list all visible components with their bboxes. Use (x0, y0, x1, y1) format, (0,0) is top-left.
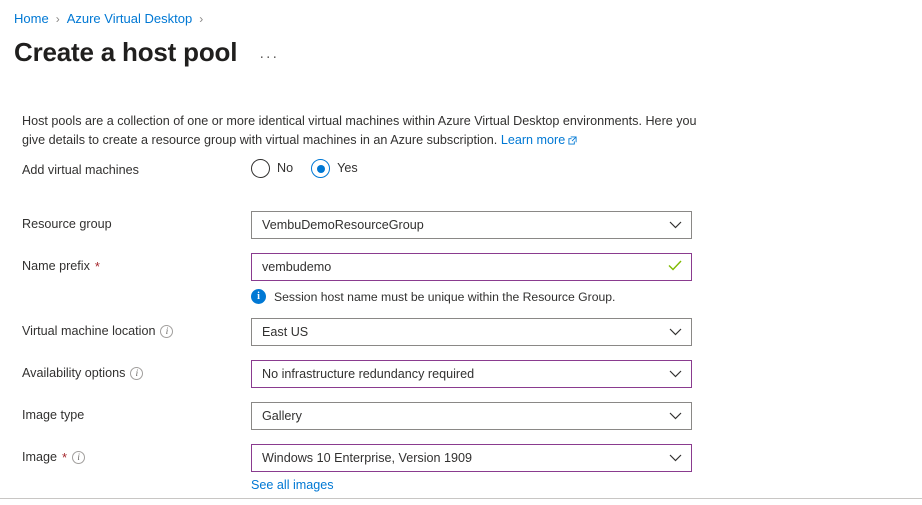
field-add-virtual-machines: Add virtual machines No Yes (0, 157, 922, 187)
description-text: Host pools are a collection of one or mo… (22, 113, 697, 147)
field-image: Image * i Windows 10 Enterprise, Version… (0, 444, 922, 492)
label-text: Resource group (22, 217, 112, 231)
field-availability-options: Availability options i No infrastructure… (0, 360, 922, 390)
breadcrumb-separator-icon-2: › (199, 12, 204, 26)
image-type-value: Gallery (262, 409, 302, 423)
info-tooltip-icon[interactable]: i (130, 367, 144, 380)
label-text: Virtual machine location (22, 324, 156, 338)
label-text: Add virtual machines (22, 163, 139, 177)
radio-label-yes: Yes (337, 161, 358, 175)
breadcrumb: Home › Azure Virtual Desktop › (14, 10, 210, 28)
radio-label-no: No (277, 161, 294, 175)
learn-more-label: Learn more (500, 132, 566, 147)
chevron-down-icon (669, 218, 682, 232)
image-type-select[interactable]: Gallery (251, 402, 692, 430)
radio-circle-no-icon (251, 159, 270, 178)
control-availability-options: No infrastructure redundancy required (251, 360, 692, 388)
label-resource-group: Resource group (0, 211, 251, 233)
control-add-virtual-machines: No Yes (251, 157, 692, 178)
info-icon: i (251, 289, 266, 304)
radio-circle-yes-icon (311, 159, 331, 178)
name-prefix-input[interactable]: vembudemo (251, 253, 692, 281)
chevron-down-icon (669, 409, 682, 423)
name-prefix-value: vembudemo (262, 260, 332, 274)
resource-group-value: VembuDemoResourceGroup (262, 218, 424, 232)
more-options-icon[interactable]: ··· (259, 41, 279, 73)
breadcrumb-item-home[interactable]: Home (14, 10, 49, 28)
control-name-prefix: vembudemo i Session host name must be un… (251, 253, 692, 304)
info-tooltip-icon[interactable]: i (72, 451, 86, 464)
label-availability-options: Availability options i (0, 360, 251, 382)
image-value: Windows 10 Enterprise, Version 1909 (262, 451, 473, 465)
availability-options-value: No infrastructure redundancy required (262, 367, 475, 381)
availability-options-select[interactable]: No infrastructure redundancy required (251, 360, 692, 388)
breadcrumb-separator-icon: › (55, 12, 60, 26)
breadcrumb-item-azure-virtual-desktop[interactable]: Azure Virtual Desktop (67, 10, 193, 28)
label-image: Image * i (0, 444, 251, 466)
external-link-icon (568, 132, 577, 151)
learn-more-link[interactable]: Learn more (501, 133, 577, 147)
required-indicator: * (62, 450, 68, 465)
virtual-machine-location-value: East US (262, 325, 309, 339)
field-virtual-machine-location: Virtual machine location i East US (0, 318, 922, 348)
valid-check-icon (668, 260, 682, 274)
field-image-type: Image type Gallery (0, 402, 922, 432)
radio-option-no[interactable]: No (251, 159, 293, 178)
page-header: Create a host pool ··· (14, 36, 279, 73)
name-prefix-info-message: i Session host name must be unique withi… (251, 281, 692, 304)
see-all-images-link[interactable]: See all images (251, 472, 334, 492)
info-message-text: Session host name must be unique within … (274, 289, 616, 304)
chevron-down-icon (669, 451, 682, 465)
info-tooltip-icon[interactable]: i (160, 325, 174, 338)
host-pool-form: Add virtual machines No Yes Resource gro… (0, 157, 922, 492)
label-image-type: Image type (0, 402, 251, 424)
radio-group-add-virtual-machines: No Yes (251, 157, 692, 178)
control-resource-group: VembuDemoResourceGroup (251, 211, 692, 239)
footer-divider (0, 498, 922, 499)
page-description: Host pools are a collection of one or mo… (22, 112, 712, 151)
resource-group-select[interactable]: VembuDemoResourceGroup (251, 211, 692, 239)
page-title: Create a host pool (14, 37, 238, 67)
field-name-prefix: Name prefix * vembudemo i Session host n… (0, 253, 922, 304)
control-image: Windows 10 Enterprise, Version 1909 See … (251, 444, 692, 492)
label-add-virtual-machines: Add virtual machines (0, 157, 251, 179)
label-text: Name prefix (22, 259, 90, 273)
control-image-type: Gallery (251, 402, 692, 430)
radio-option-yes[interactable]: Yes (311, 159, 358, 178)
chevron-down-icon (669, 367, 682, 381)
label-virtual-machine-location: Virtual machine location i (0, 318, 251, 340)
image-select[interactable]: Windows 10 Enterprise, Version 1909 (251, 444, 692, 472)
virtual-machine-location-select[interactable]: East US (251, 318, 692, 346)
label-text: Image (22, 450, 58, 464)
label-name-prefix: Name prefix * (0, 253, 251, 275)
control-virtual-machine-location: East US (251, 318, 692, 346)
chevron-down-icon (669, 325, 682, 339)
label-text: Availability options (22, 366, 126, 380)
field-resource-group: Resource group VembuDemoResourceGroup (0, 211, 922, 241)
label-text: Image type (22, 408, 85, 422)
required-indicator: * (94, 259, 100, 274)
